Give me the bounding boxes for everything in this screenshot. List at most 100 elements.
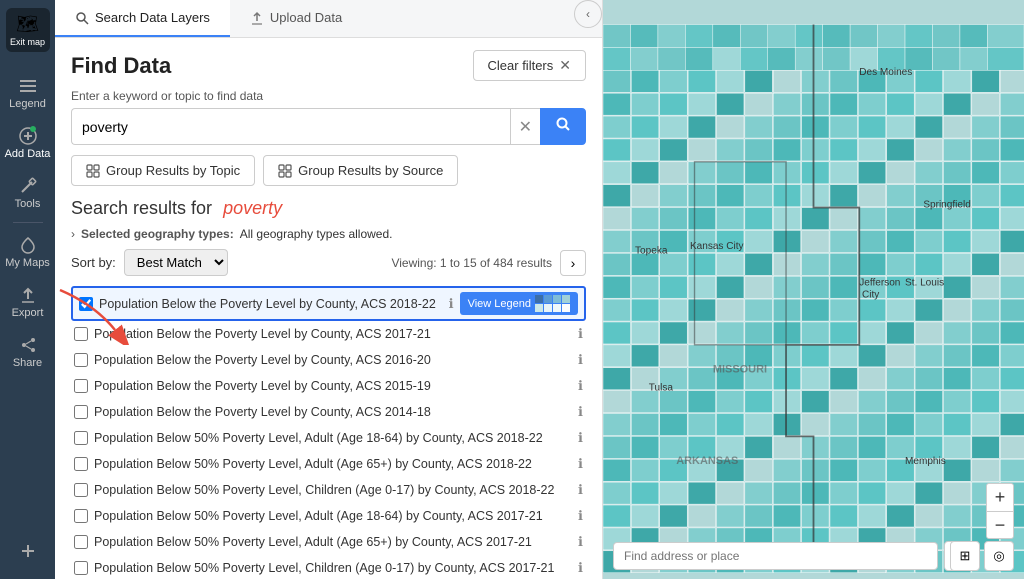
sidebar-my-maps-label: My Maps	[5, 257, 50, 269]
result-info-icon[interactable]: ℹ	[578, 326, 583, 342]
search-submit-button[interactable]	[540, 108, 586, 145]
zoom-out-button[interactable]: −	[986, 511, 1014, 539]
panel-collapse-button[interactable]: ‹	[574, 0, 602, 28]
legend-cell	[562, 295, 570, 303]
svg-text:City: City	[862, 289, 879, 300]
result-checkbox[interactable]	[74, 561, 88, 575]
result-item: Population Below 50% Poverty Level, Adul…	[71, 425, 586, 451]
result-checkbox[interactable]	[74, 405, 88, 419]
zoom-icon	[18, 541, 38, 561]
results-next-button[interactable]: ›	[560, 250, 586, 276]
result-checkbox[interactable]	[74, 483, 88, 497]
group-source-icon	[278, 164, 292, 178]
svg-text:Tulsa: Tulsa	[649, 383, 674, 394]
geo-chevron-icon[interactable]: ›	[71, 227, 75, 241]
result-label: Population Below 50% Poverty Level, Chil…	[94, 483, 572, 497]
result-label: Population Below the Poverty Level by Co…	[94, 405, 572, 419]
result-item: Population Below 50% Poverty Level, Chil…	[71, 555, 586, 579]
svg-text:Memphis: Memphis	[905, 456, 946, 467]
search-clear-button[interactable]: ✕	[510, 108, 540, 145]
result-info-icon[interactable]: ℹ	[578, 482, 583, 498]
results-prefix: Search results for	[71, 198, 212, 218]
result-info-icon[interactable]: ℹ	[578, 404, 583, 420]
result-info-icon[interactable]: ℹ	[578, 378, 583, 394]
panel-body: Find Data Clear filters ✕ Enter a keywor…	[55, 38, 602, 579]
result-info-icon[interactable]: ℹ	[449, 296, 454, 312]
svg-text:MISSOURI: MISSOURI	[713, 363, 767, 375]
map-controls: + −	[986, 483, 1014, 539]
exit-map-button[interactable]: 🗺 Exit map	[6, 8, 50, 52]
geo-row: › Selected geography types: All geograph…	[71, 227, 586, 241]
sidebar-item-export[interactable]: Export	[0, 277, 55, 327]
legend-cell	[544, 304, 552, 312]
sort-label: Sort by:	[71, 255, 116, 270]
sidebar: 🗺 Exit map Legend Add Data Tools My Maps…	[0, 0, 55, 579]
group-topic-icon	[86, 164, 100, 178]
result-item: Population Below 50% Poverty Level, Adul…	[71, 451, 586, 477]
tab-upload-data[interactable]: Upload Data	[230, 0, 362, 37]
group-source-label: Group Results by Source	[298, 163, 443, 178]
sidebar-add-data-label: Add Data	[5, 148, 51, 160]
result-info-icon[interactable]: ℹ	[578, 508, 583, 524]
geo-value: All geography types allowed.	[240, 227, 393, 241]
group-by-topic-button[interactable]: Group Results by Topic	[71, 155, 255, 186]
group-by-source-button[interactable]: Group Results by Source	[263, 155, 458, 186]
exit-map-label: Exit map	[10, 37, 45, 47]
result-item: Population Below the Poverty Level by Co…	[71, 373, 586, 399]
find-data-title: Find Data	[71, 53, 171, 79]
results-keyword: poverty	[223, 198, 282, 218]
result-checkbox[interactable]	[74, 327, 88, 341]
share-icon	[18, 335, 38, 355]
view-legend-label: View Legend	[468, 298, 531, 310]
result-info-icon[interactable]: ℹ	[578, 456, 583, 472]
clear-filters-button[interactable]: Clear filters ✕	[473, 50, 586, 81]
result-label: Population Below 50% Poverty Level, Chil…	[94, 561, 572, 575]
result-info-icon[interactable]: ℹ	[578, 430, 583, 446]
sidebar-item-share[interactable]: Share	[0, 327, 55, 377]
tab-search-label: Search Data Layers	[95, 10, 210, 25]
svg-text:St. Louis: St. Louis	[905, 277, 944, 288]
result-checkbox[interactable]	[74, 353, 88, 367]
data-panel: Search Data Layers Upload Data ‹ Find Da…	[55, 0, 603, 579]
sidebar-export-label: Export	[12, 307, 44, 319]
result-item: Population Below the Poverty Level by Co…	[71, 399, 586, 425]
legend-icon	[18, 76, 38, 96]
sort-select[interactable]: Best Match	[124, 249, 228, 276]
export-icon	[18, 285, 38, 305]
map-grid-button[interactable]: ⊞	[950, 541, 980, 571]
search-input-label: Enter a keyword or topic to find data	[71, 89, 586, 103]
sidebar-item-tools[interactable]: Tools	[0, 168, 55, 218]
sidebar-item-add-data[interactable]: Add Data	[0, 118, 55, 168]
result-label: Population Below 50% Poverty Level, Adul…	[94, 431, 572, 445]
result-item: Population Below 50% Poverty Level, Chil…	[71, 477, 586, 503]
find-data-header: Find Data Clear filters ✕	[71, 50, 586, 81]
view-legend-button[interactable]: View Legend	[460, 292, 578, 315]
result-info-icon[interactable]: ℹ	[578, 534, 583, 550]
legend-cell	[553, 304, 561, 312]
map-svg: Des Moines Springfield Topeka Kansas Cit…	[603, 0, 1024, 579]
result-checkbox[interactable]	[79, 297, 93, 311]
result-checkbox[interactable]	[74, 431, 88, 445]
result-checkbox[interactable]	[74, 535, 88, 549]
result-label: Population Below 50% Poverty Level, Adul…	[94, 509, 572, 523]
sidebar-legend-label: Legend	[9, 98, 46, 110]
sidebar-tools-label: Tools	[15, 198, 41, 210]
viewing-text: Viewing: 1 to 15 of 484 results	[391, 256, 552, 270]
sidebar-item-zoom[interactable]	[0, 533, 55, 571]
map-location-button[interactable]: ◎	[984, 541, 1014, 571]
search-tab-icon	[75, 11, 89, 25]
sidebar-item-legend[interactable]: Legend	[0, 68, 55, 118]
result-checkbox[interactable]	[74, 457, 88, 471]
tab-search-data-layers[interactable]: Search Data Layers	[55, 0, 230, 37]
zoom-in-button[interactable]: +	[986, 483, 1014, 511]
result-item: Population Below 50% Poverty Level, Adul…	[71, 503, 586, 529]
result-checkbox[interactable]	[74, 379, 88, 393]
map-search-input[interactable]	[613, 542, 938, 570]
result-checkbox[interactable]	[74, 509, 88, 523]
map-area: Des Moines Springfield Topeka Kansas Cit…	[603, 0, 1024, 579]
result-info-icon[interactable]: ℹ	[578, 560, 583, 576]
sidebar-item-my-maps[interactable]: My Maps	[0, 227, 55, 277]
result-info-icon[interactable]: ℹ	[578, 352, 583, 368]
svg-text:Jefferson: Jefferson	[859, 277, 900, 288]
search-input[interactable]	[71, 108, 510, 145]
